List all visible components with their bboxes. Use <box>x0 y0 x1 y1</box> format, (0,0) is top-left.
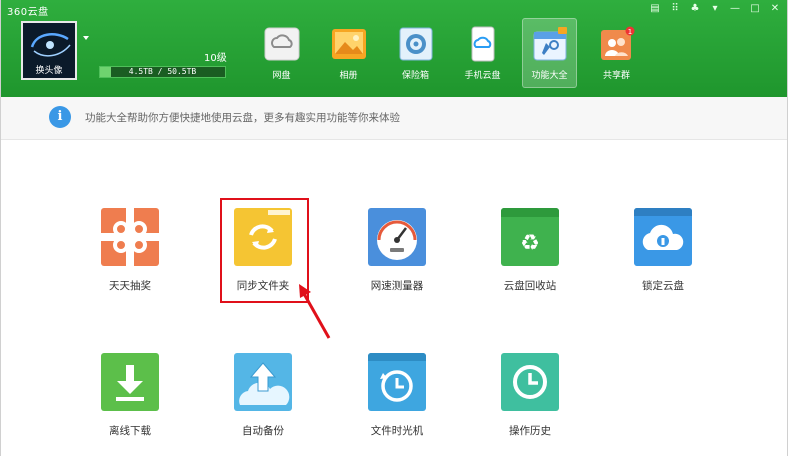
nav-toolbox[interactable]: 功能大全 <box>522 18 577 88</box>
tool-label: 天天抽奖 <box>109 280 151 292</box>
recycle-bin-icon: ♻ <box>501 208 559 266</box>
nav-label: 功能大全 <box>531 71 568 81</box>
nav-label: 网盘 <box>272 71 291 81</box>
nav-cloud-disk[interactable]: 网盘 <box>254 18 309 88</box>
maximize-icon[interactable]: □ <box>747 2 763 16</box>
speedometer-icon <box>368 208 426 266</box>
time-machine-icon <box>368 353 426 411</box>
clock-icon <box>501 353 559 411</box>
tool-label: 操作历史 <box>509 425 551 437</box>
tool-lock-disk[interactable]: 锁定云盘 <box>619 208 709 320</box>
tool-lottery[interactable]: 天天抽奖 <box>86 208 176 320</box>
tool-speed-test[interactable]: 网速测量器 <box>353 208 443 320</box>
tool-label: 锁定云盘 <box>642 280 684 292</box>
user-dropdown-icon[interactable] <box>83 36 89 40</box>
nav-mobile-cloud[interactable]: 手机云盘 <box>455 18 510 88</box>
svg-text:1: 1 <box>627 28 631 36</box>
info-icon: i <box>49 106 71 128</box>
app-title: 360云盘 <box>7 7 49 18</box>
gift-icon <box>101 208 159 266</box>
share-group-icon: 1 <box>599 26 635 62</box>
mobile-cloud-icon <box>465 26 501 62</box>
info-text: 功能大全帮助你方便快捷地使用云盘，更多有趣实用功能等你来体验 <box>85 112 400 124</box>
tool-label: 离线下载 <box>109 425 151 437</box>
change-avatar-label[interactable]: 换头像 <box>23 63 75 76</box>
window-controls: ▤ ⠿ ♣ ▾ — □ ✕ <box>647 2 783 16</box>
tool-label: 文件时光机 <box>370 425 424 437</box>
header: 360云盘 ▤ ⠿ ♣ ▾ — □ ✕ 换头像 10级 4.5TB / 50.5… <box>1 0 787 97</box>
menu-icon[interactable]: ▤ <box>647 2 663 16</box>
tool-label: 网速测量器 <box>370 280 424 292</box>
nav-label: 相册 <box>339 71 358 81</box>
nav-safe-box[interactable]: 保险箱 <box>388 18 443 88</box>
tool-recycle-bin[interactable]: ♻ 云盘回收站 <box>486 208 576 320</box>
pointer-arrow-icon <box>299 284 331 339</box>
nav-label: 手机云盘 <box>464 71 501 81</box>
avatar[interactable]: 换头像 <box>21 21 77 80</box>
info-bar: i 功能大全帮助你方便快捷地使用云盘，更多有趣实用功能等你来体验 <box>1 97 787 140</box>
minimize-icon[interactable]: — <box>727 2 743 16</box>
lock-cloud-icon <box>634 208 692 266</box>
storage-text: 4.5TB / 50.5TB <box>128 67 197 76</box>
cloud-disk-icon <box>264 26 300 62</box>
skin-icon[interactable]: ⠿ <box>667 2 683 16</box>
safe-box-icon <box>398 26 434 62</box>
dropdown-icon[interactable]: ▾ <box>707 2 723 16</box>
tool-offline-download[interactable]: 离线下载 <box>86 353 176 456</box>
storage-bar: 4.5TB / 50.5TB <box>99 66 226 78</box>
nav-share-group[interactable]: 1 共享群 <box>589 18 644 88</box>
tool-label: 云盘回收站 <box>503 280 557 292</box>
download-icon <box>101 353 159 411</box>
avatar-logo-icon <box>30 33 71 57</box>
photo-album-icon <box>331 26 367 62</box>
cloud-upload-icon <box>234 353 292 411</box>
user-level: 10级 <box>204 53 227 64</box>
close-icon[interactable]: ✕ <box>767 2 783 16</box>
shirt-icon[interactable]: ♣ <box>687 2 703 16</box>
tool-history[interactable]: 操作历史 <box>486 353 576 456</box>
main-nav: 网盘 相册 保险箱 手机云盘 功能大全 1 共享群 <box>254 18 656 88</box>
svg-text:♻: ♻ <box>520 231 540 256</box>
app-window: 360云盘 ▤ ⠿ ♣ ▾ — □ ✕ 换头像 10级 4.5TB / 50.5… <box>0 0 788 456</box>
nav-photo-album[interactable]: 相册 <box>321 18 376 88</box>
nav-label: 共享群 <box>602 71 630 81</box>
tool-time-machine[interactable]: 文件时光机 <box>353 353 443 456</box>
tool-auto-backup[interactable]: 自动备份 <box>219 353 309 456</box>
tool-label: 自动备份 <box>242 425 284 437</box>
nav-label: 保险箱 <box>401 71 429 81</box>
toolbox-icon <box>532 26 568 62</box>
